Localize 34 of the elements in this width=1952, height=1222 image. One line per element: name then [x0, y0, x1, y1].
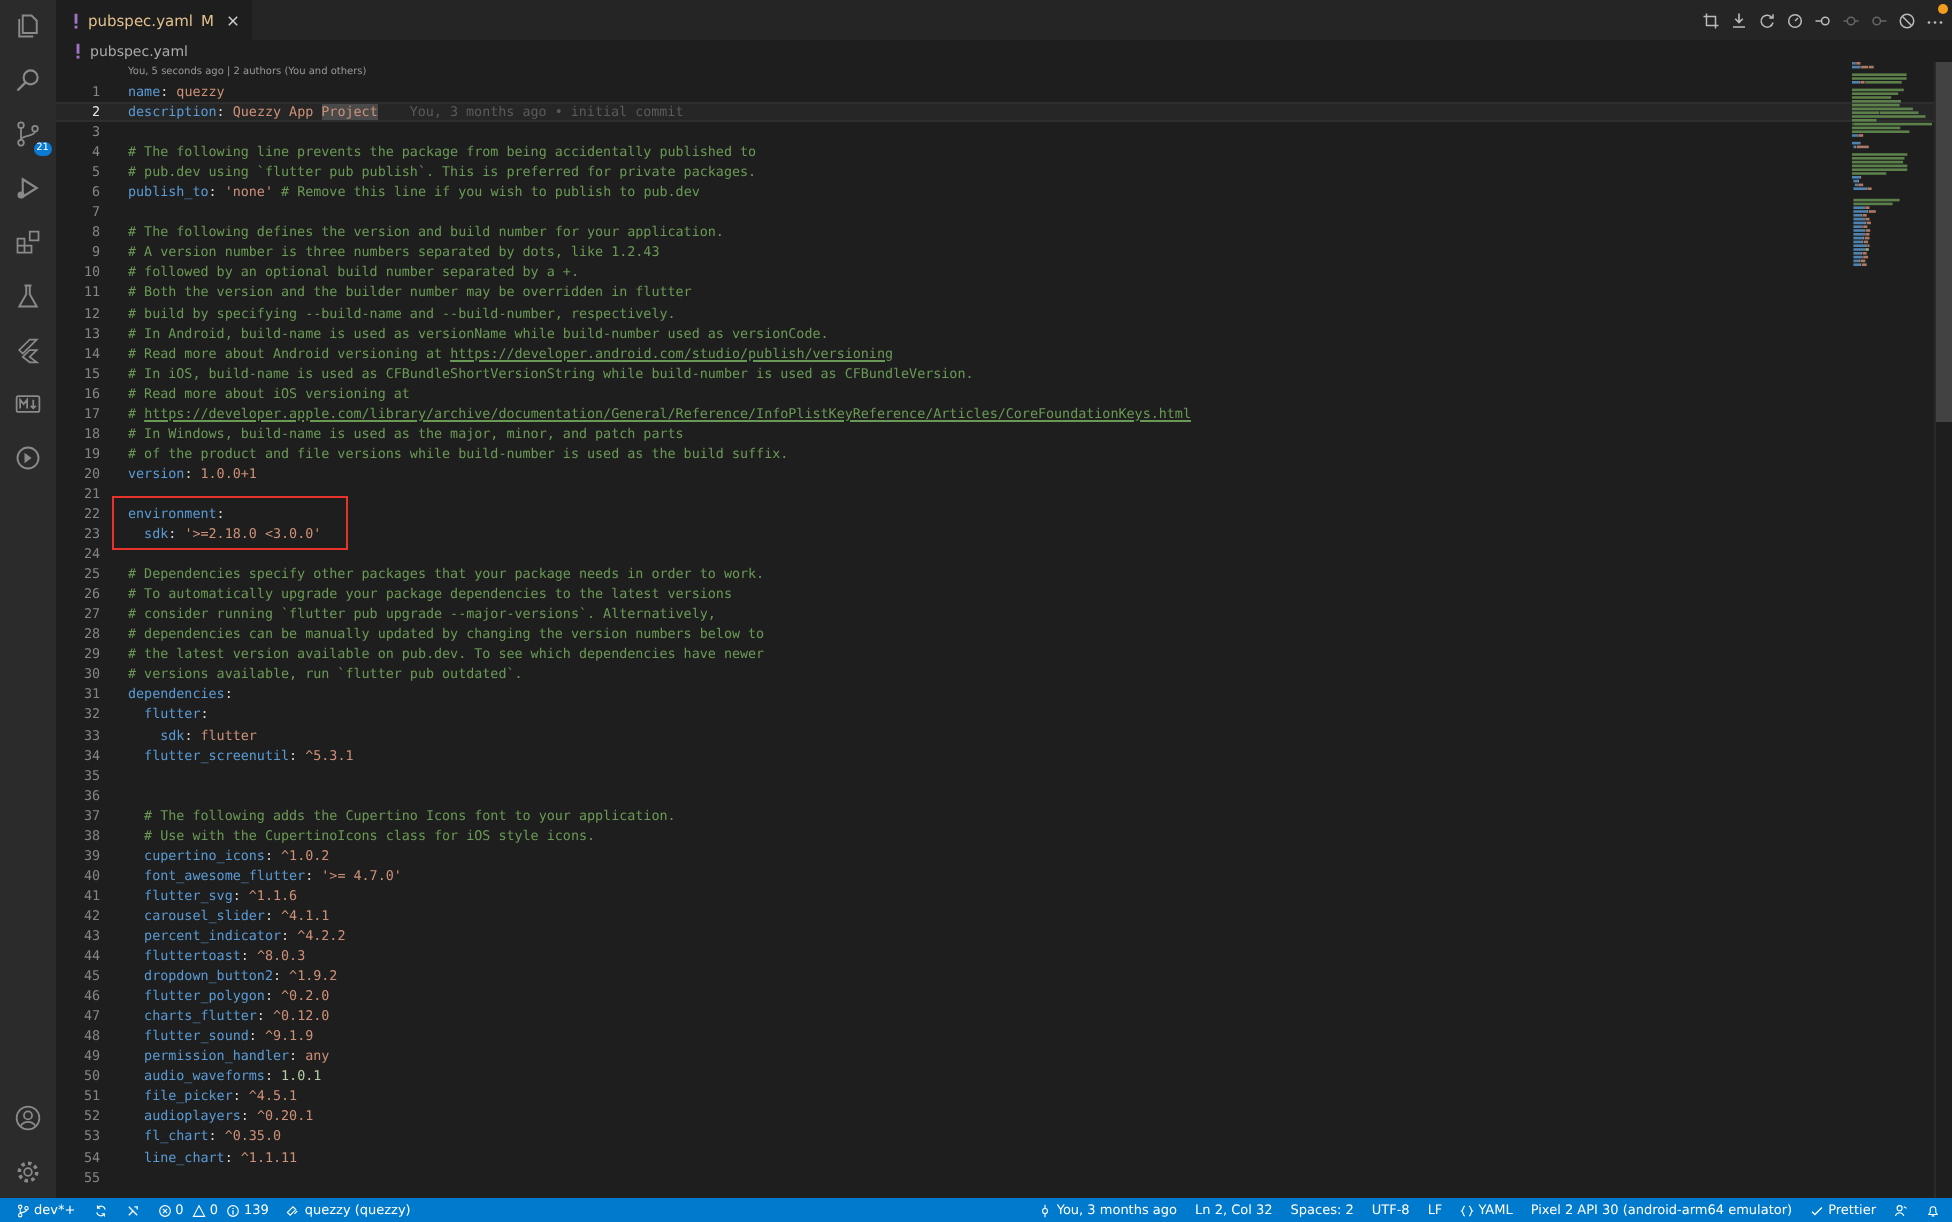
restart-icon[interactable] [1786, 11, 1804, 29]
check-icon [1810, 1203, 1825, 1217]
tag-icon [286, 1203, 301, 1217]
stop-icon[interactable] [1898, 11, 1916, 29]
settings-icon[interactable] [14, 1158, 42, 1186]
yaml-file-icon [74, 42, 82, 60]
markdown-icon[interactable] [14, 390, 42, 418]
account-icon[interactable] [14, 1104, 42, 1132]
refresh-icon[interactable] [1758, 11, 1776, 29]
info-icon [225, 1203, 240, 1217]
branch-icon [16, 1203, 30, 1217]
step-out-icon[interactable] [1870, 11, 1888, 29]
flutter-icon[interactable] [14, 336, 42, 364]
feedback-icon[interactable] [1894, 1203, 1908, 1217]
scrollbar-thumb[interactable] [1936, 62, 1952, 422]
close-icon[interactable] [225, 13, 240, 27]
flask-icon[interactable] [14, 282, 42, 310]
files-icon[interactable] [14, 12, 42, 40]
notification-dot-icon [1938, 4, 1948, 14]
search-icon[interactable] [14, 66, 42, 94]
crop-icon[interactable] [1702, 11, 1720, 29]
braces-icon [1460, 1203, 1475, 1217]
sync-icon[interactable] [93, 1203, 108, 1217]
timeline-icon[interactable] [14, 444, 42, 472]
extensions-icon[interactable] [14, 228, 42, 256]
commit-icon [1038, 1203, 1053, 1217]
yaml-file-icon [72, 11, 80, 29]
bell-icon[interactable] [1926, 1203, 1940, 1217]
step-into-icon[interactable] [1842, 11, 1860, 29]
error-icon [157, 1203, 172, 1217]
step-back-icon[interactable] [1814, 11, 1832, 29]
run-debug-icon[interactable] [14, 174, 42, 202]
download-icon[interactable] [1730, 11, 1748, 29]
warning-icon [191, 1203, 206, 1217]
